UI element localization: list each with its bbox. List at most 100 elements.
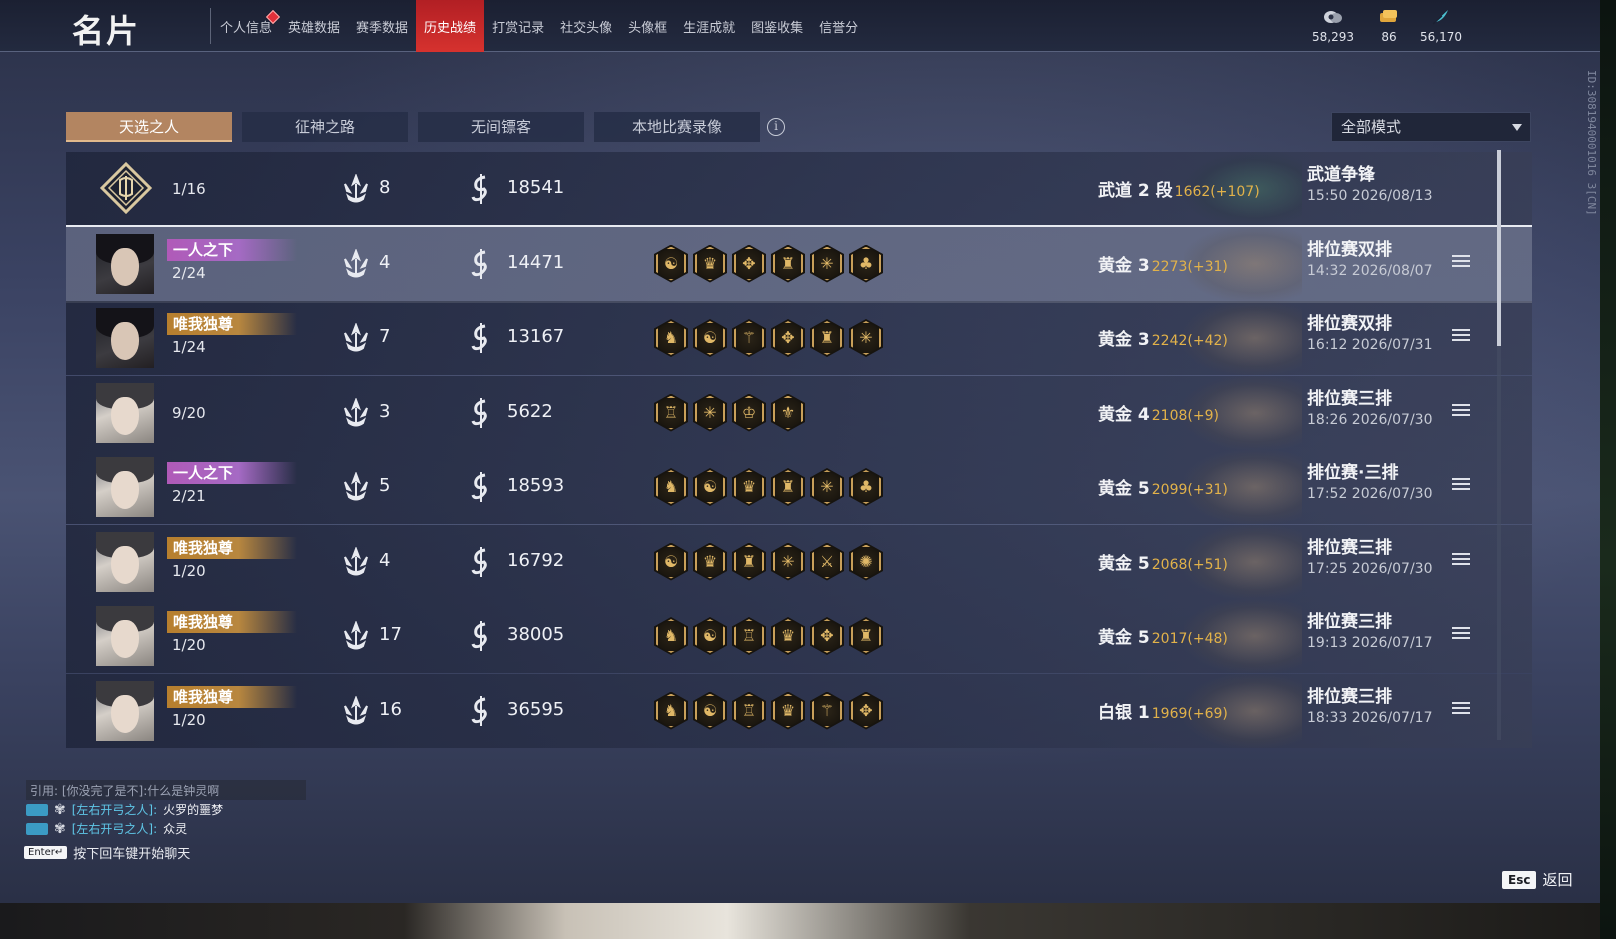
match-row[interactable]: 一人之下 2/24 4 14471 ☯ ♛ ✥ ♜ ✳ ♣ 黄金 3 2273(+31) 排位赛双排 14… [66, 224, 1532, 303]
badge-glyph: ♛ [702, 551, 718, 571]
tier-label: 武道 2 段 1662(+107) [1098, 176, 1260, 201]
match-mode: 排位赛三排 [1307, 388, 1392, 409]
hero-badge-icon[interactable]: ♜ [849, 617, 883, 655]
hero-badge-icon[interactable]: ✳ [849, 319, 883, 357]
nav-tab-8[interactable]: 图鉴收集 [743, 0, 811, 52]
nav-tab-0[interactable]: 个人信息 [212, 0, 281, 52]
match-row[interactable]: 一人之下 2/21 5 18593 ♞ ☯ ♛ ♜ ✳ ♣ 黄金 5 2099(+31) 排位赛·三排 1… [66, 450, 1532, 524]
avatar-face [111, 694, 139, 733]
badge-glyph: ☯ [663, 253, 679, 273]
hero-badge-icon[interactable]: ✳ [693, 393, 727, 432]
chat-sender[interactable]: [左右开弓之人]: [72, 820, 157, 837]
tab-3[interactable]: 本地比赛录像 [594, 112, 760, 142]
hero-badge-icon[interactable]: ☯ [693, 617, 727, 655]
nav-tab-label: 信誉分 [819, 20, 859, 36]
hero-badge-icon[interactable]: ♖ [732, 617, 766, 655]
hero-badge-icon[interactable]: ♖ [654, 393, 688, 432]
placement-title: 一人之下 [167, 462, 297, 484]
hero-badge-icon[interactable]: ✥ [849, 691, 883, 730]
badge-glyph: ♛ [780, 700, 796, 720]
chat-enter-hint[interactable]: Enter↵ 按下回车键开始聊天 [24, 843, 190, 862]
hero-badge-icon[interactable]: ☯ [693, 691, 727, 730]
list-detail-icon[interactable] [1452, 552, 1470, 569]
hero-badge-icon[interactable]: ⚔ [810, 542, 844, 581]
match-row[interactable]: 唯我独尊 1/24 7 13167 ♞ ☯ ⚚ ✥ ♜ ✳ 黄金 3 2242(+42) 排位赛双排 16… [66, 301, 1532, 375]
hero-badge-icon[interactable]: ⚚ [732, 319, 766, 357]
hero-badge-icon[interactable]: ♛ [693, 542, 727, 581]
hero-badge-icon[interactable]: ✥ [771, 319, 805, 357]
hero-badge-icon[interactable]: ♛ [771, 617, 805, 655]
match-row[interactable]: 1/16 8 18541 武道 2 段 1662(+107) 武道争锋 15:50 2026… [66, 152, 1532, 226]
hero-badge-icon[interactable]: ⚚ [810, 691, 844, 730]
nav-tab-1[interactable]: 英雄数据 [280, 0, 348, 52]
badge-glyph: ♞ [663, 328, 679, 347]
match-row[interactable]: 唯我独尊 1/20 17 38005 ♞ ☯ ♖ ♛ ✥ ♜ 黄金 5 2017(+48) 排位赛三排 1… [66, 599, 1532, 673]
chat-sender[interactable]: [左右开弓之人]: [72, 801, 157, 818]
hero-badges: ♞ ☯ ♖ ♛ ✥ ♜ [654, 617, 883, 655]
match-row[interactable]: 9/20 3 5622 ♖ ✳ ♔ ⚜ 黄金 4 2108(+9) 排位赛三排 18:26 2026… [66, 375, 1532, 450]
badge-glyph: ♜ [780, 477, 796, 496]
hero-badge-icon[interactable]: ♣ [849, 468, 883, 506]
hero-badge-icon[interactable]: ☯ [654, 542, 688, 581]
back-button[interactable]: Esc 返回 [1502, 869, 1572, 890]
nav-tab-label: 社交头像 [560, 20, 613, 36]
kills-count: 7 [379, 326, 391, 347]
hero-badge-icon[interactable]: ☯ [654, 244, 688, 283]
match-row[interactable]: 唯我独尊 1/20 4 16792 ☯ ♛ ♜ ✳ ⚔ ✺ 黄金 5 2068(+51) 排位赛三排 17… [66, 524, 1532, 599]
ticket-icon [1378, 8, 1400, 30]
list-detail-icon[interactable] [1452, 701, 1470, 718]
mode-filter-select[interactable]: 全部模式 [1331, 112, 1531, 142]
nav-tab-5[interactable]: 社交头像 [552, 0, 620, 52]
hero-badge-icon[interactable]: ✳ [810, 468, 844, 506]
tab-0[interactable]: 天选之人 [66, 112, 232, 142]
hero-badge-icon[interactable]: ♔ [732, 393, 766, 432]
hero-badge-icon[interactable]: ♜ [771, 244, 805, 283]
tier-label: 黄金 5 2068(+51) [1098, 549, 1228, 574]
nav-tab-3[interactable]: 历史战绩 [416, 0, 485, 52]
nav-tab-6[interactable]: 头像框 [620, 0, 675, 52]
currency-value: 86 [1381, 30, 1397, 44]
hero-badge-icon[interactable]: ⚜ [771, 393, 805, 432]
list-detail-icon[interactable] [1452, 254, 1470, 271]
hero-badge-icon[interactable]: ✳ [810, 244, 844, 283]
hero-badge-icon[interactable]: ♞ [654, 319, 688, 357]
avatar-face [111, 471, 139, 509]
hero-badge-icon[interactable]: ♜ [732, 542, 766, 581]
hero-badges: ☯ ♛ ✥ ♜ ✳ ♣ [654, 244, 883, 283]
list-detail-icon[interactable] [1452, 627, 1470, 643]
hero-badge-icon[interactable]: ☯ [693, 319, 727, 357]
hero-badge-icon[interactable]: ♛ [732, 468, 766, 506]
scrollbar-thumb[interactable] [1497, 150, 1501, 346]
hero-badge-icon[interactable]: ✥ [732, 244, 766, 283]
hero-badge-icon[interactable]: ✥ [810, 617, 844, 655]
list-detail-icon[interactable] [1452, 478, 1470, 494]
tab-2[interactable]: 无间镖客 [418, 112, 584, 142]
match-row[interactable]: 唯我独尊 1/20 16 36595 ♞ ☯ ♖ ♛ ⚚ ✥ 白银 1 1969(+69) 排位赛三排 1… [66, 673, 1532, 748]
placement-rank: 1/20 [172, 710, 206, 729]
hero-badge-icon[interactable]: ♛ [693, 244, 727, 283]
hero-badge-icon[interactable]: ♜ [771, 468, 805, 506]
currency-value: 56,170 [1420, 30, 1462, 44]
hero-badge-icon[interactable]: ♜ [810, 319, 844, 357]
hero-badge-icon[interactable]: ✺ [849, 542, 883, 581]
hero-badge-icon[interactable]: ♞ [654, 468, 688, 506]
nav-tab-2[interactable]: 赛季数据 [348, 0, 416, 52]
score-value: 16792 [507, 549, 565, 571]
hero-badge-icon[interactable]: ♞ [654, 617, 688, 655]
nav-tab-4[interactable]: 打赏记录 [484, 0, 552, 52]
nav-tab-7[interactable]: 生涯成就 [675, 0, 743, 52]
badge-glyph: ⚚ [741, 328, 757, 347]
nav-tab-9[interactable]: 信誉分 [811, 0, 866, 52]
hero-badge-icon[interactable]: ♛ [771, 691, 805, 730]
page-title: 名片 [72, 12, 141, 50]
hero-badge-icon[interactable]: ♣ [849, 244, 883, 283]
list-detail-icon[interactable] [1452, 329, 1470, 345]
hero-badge-icon[interactable]: ☯ [693, 468, 727, 506]
list-detail-icon[interactable] [1452, 403, 1470, 420]
tab-1[interactable]: 征神之路 [242, 112, 408, 142]
hero-badge-icon[interactable]: ✳ [771, 542, 805, 581]
hero-badge-icon[interactable]: ♞ [654, 691, 688, 730]
match-mode: 武道争锋 [1307, 165, 1375, 185]
hero-badge-icon[interactable]: ♖ [732, 691, 766, 730]
info-icon[interactable]: i [767, 118, 785, 136]
